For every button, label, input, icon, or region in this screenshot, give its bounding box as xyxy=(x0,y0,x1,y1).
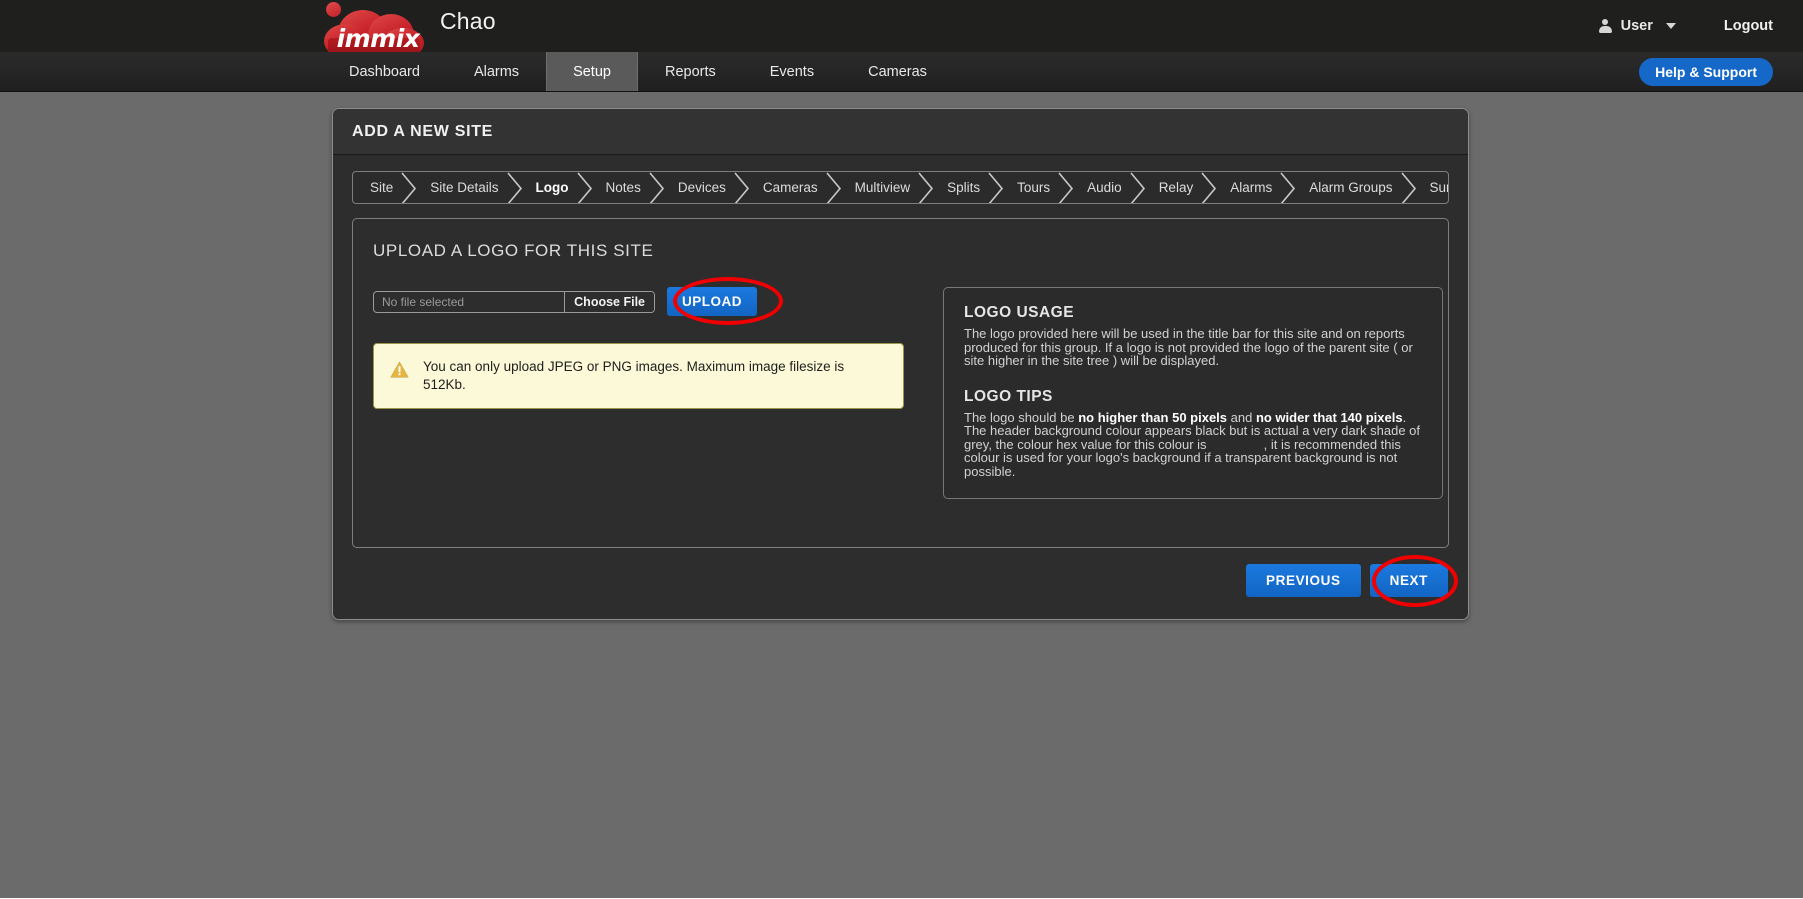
panel-body: Site Site Details Logo Notes Devices Cam… xyxy=(333,155,1468,619)
immix-logo[interactable]: immix xyxy=(322,0,432,60)
main-navigation: Dashboard Alarms Setup Reports Events Ca… xyxy=(0,52,1803,92)
file-picker[interactable]: No file selected Choose File xyxy=(373,290,655,313)
nav-item-dashboard[interactable]: Dashboard xyxy=(322,52,447,91)
wizard-step-label: Logo xyxy=(535,180,569,195)
wizard-step-summary[interactable]: Summary xyxy=(1410,172,1449,203)
user-icon xyxy=(1598,19,1612,33)
nav-item-setup[interactable]: Setup xyxy=(546,52,638,91)
warning-text: You can only upload JPEG or PNG images. … xyxy=(423,359,845,392)
upload-button[interactable]: UPLOAD xyxy=(667,287,757,316)
wizard-step-label: Relay xyxy=(1158,180,1194,195)
logo-usage-heading: LOGO USAGE xyxy=(964,304,1075,321)
wizard-step-cameras[interactable]: Cameras xyxy=(743,172,841,203)
warning-triangle-icon xyxy=(390,361,409,378)
wizard-step-label: Summary xyxy=(1429,180,1449,195)
wizard-step-label: Site Details xyxy=(430,180,499,195)
wizard-step-nav: Site Site Details Logo Notes Devices Cam… xyxy=(352,171,1449,204)
top-header-bar: immix Chao User Logout xyxy=(0,0,1803,60)
wizard-step-devices[interactable]: Devices xyxy=(658,172,749,203)
user-menu[interactable]: User xyxy=(1593,14,1682,38)
nav-item-cameras[interactable]: Cameras xyxy=(841,52,954,91)
next-button[interactable]: NEXT xyxy=(1369,564,1448,597)
previous-button[interactable]: PREVIOUS xyxy=(1246,564,1361,597)
wizard-step-site[interactable]: Site xyxy=(353,172,417,203)
wizard-step-label: Multiview xyxy=(854,180,911,195)
nav-item-reports[interactable]: Reports xyxy=(638,52,743,91)
wizard-step-label: Audio xyxy=(1087,180,1122,195)
wizard-step-site-details[interactable]: Site Details xyxy=(410,172,522,203)
logo-info-card: LOGO USAGE The logo provided here will b… xyxy=(943,287,1443,499)
wizard-step-label: Splits xyxy=(947,180,981,195)
help-and-support-button[interactable]: Help & Support xyxy=(1639,58,1773,86)
wizard-footer-actions: PREVIOUS NEXT xyxy=(352,555,1458,607)
logo-tips-text: The logo should be no higher than 50 pix… xyxy=(964,410,1422,479)
add-new-site-panel: ADD A NEW SITE Site Site Details Logo No… xyxy=(332,108,1469,620)
chevron-down-icon xyxy=(1665,23,1676,29)
logo-columns: No file selected Choose File UPLOAD You … xyxy=(373,277,1443,499)
wizard-step-label: Alarms xyxy=(1230,180,1273,195)
file-upload-row: No file selected Choose File UPLOAD xyxy=(373,277,913,325)
wizard-step-logo[interactable]: Logo xyxy=(516,172,592,203)
page-title: ADD A NEW SITE xyxy=(352,122,494,140)
choose-file-button[interactable]: Choose File xyxy=(564,291,654,312)
logo-tips-heading: LOGO TIPS xyxy=(964,387,1053,405)
wizard-step-relay[interactable]: Relay xyxy=(1139,172,1217,203)
info-column: LOGO USAGE The logo provided here will b… xyxy=(943,287,1443,499)
site-title: Chao xyxy=(440,8,496,34)
wizard-step-label: Devices xyxy=(677,180,726,195)
wizard-step-label: Tours xyxy=(1017,180,1051,195)
upload-warning-message: You can only upload JPEG or PNG images. … xyxy=(373,343,904,409)
nav-item-alarms[interactable]: Alarms xyxy=(447,52,546,91)
wizard-step-alarm-groups[interactable]: Alarm Groups xyxy=(1289,172,1416,203)
user-menu-label: User xyxy=(1620,18,1653,34)
section-heading: UPLOAD A LOGO FOR THIS SITE xyxy=(373,241,654,260)
page-body: ADD A NEW SITE Site Site Details Logo No… xyxy=(0,92,1803,898)
wizard-step-label: Site xyxy=(370,180,394,195)
nav-item-events[interactable]: Events xyxy=(743,52,841,91)
wizard-step-audio[interactable]: Audio xyxy=(1067,172,1145,203)
wizard-step-label: Notes xyxy=(605,180,641,195)
wizard-step-notes[interactable]: Notes xyxy=(586,172,664,203)
logo-usage-text: The logo provided here will be used in t… xyxy=(964,326,1413,368)
file-name-display: No file selected xyxy=(382,294,465,309)
wizard-step-label: Cameras xyxy=(762,180,818,195)
wizard-step-label: Alarm Groups xyxy=(1309,180,1393,195)
panel-header: ADD A NEW SITE xyxy=(333,109,1468,155)
wizard-step-tours[interactable]: Tours xyxy=(997,172,1074,203)
logo-step-content: UPLOAD A LOGO FOR THIS SITE No file sele… xyxy=(352,218,1449,548)
wizard-step-splits[interactable]: Splits xyxy=(927,172,1004,203)
header-right-controls: User Logout xyxy=(1593,0,1773,52)
upload-column: No file selected Choose File UPLOAD You … xyxy=(373,277,913,409)
brand-wordmark: immix xyxy=(336,24,420,53)
wizard-step-multiview[interactable]: Multiview xyxy=(835,172,934,203)
wizard-step-alarms[interactable]: Alarms xyxy=(1210,172,1296,203)
logout-link[interactable]: Logout xyxy=(1724,18,1773,34)
